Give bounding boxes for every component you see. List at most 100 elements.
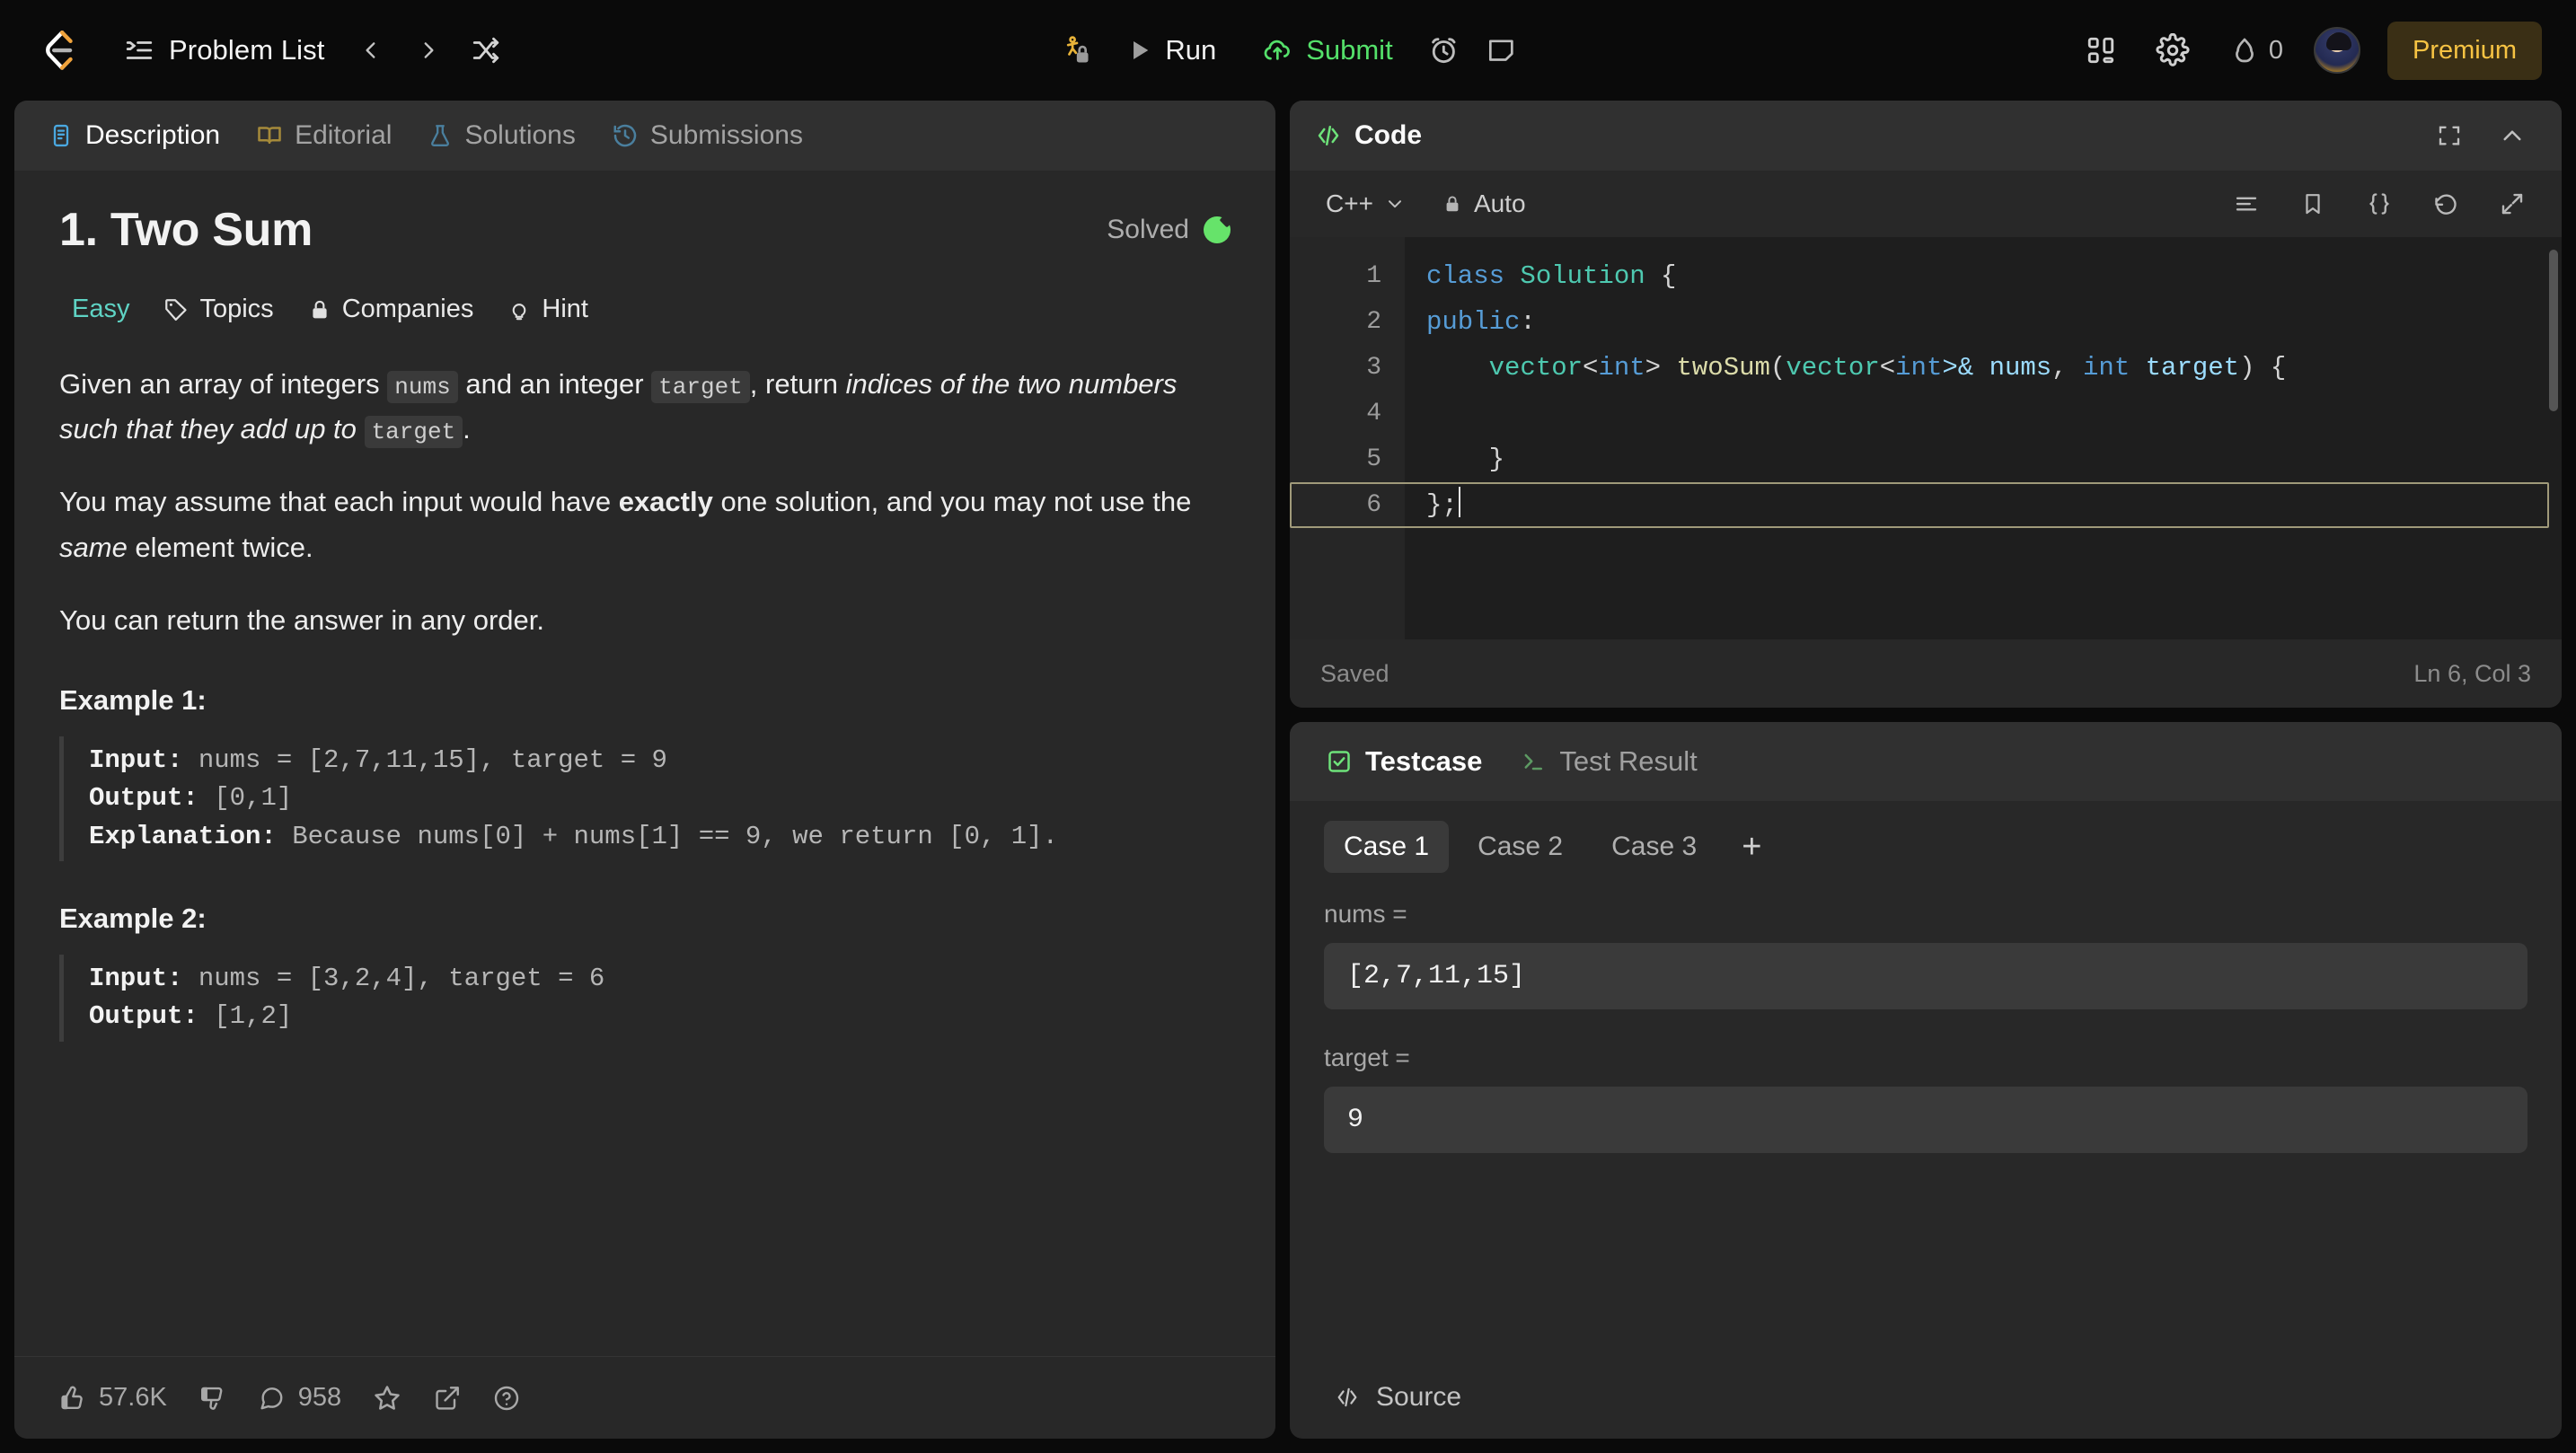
language-label: C++ [1326, 189, 1373, 217]
explanation-label: Explanation: [89, 821, 277, 851]
code-token: Solution [1520, 261, 1645, 291]
run-button[interactable]: Run [1106, 23, 1236, 77]
description-tabbar: Description Editorial Solutions Submissi… [14, 101, 1275, 171]
code-token: < [1583, 353, 1599, 383]
description-paragraph-2: You may assume that each input would hav… [59, 480, 1231, 569]
fullscreen-icon[interactable] [2423, 110, 2475, 162]
testcase-panel: Testcase Test Result Case 1 Case 2 Case … [1290, 722, 2562, 1439]
prev-problem-button[interactable] [347, 26, 395, 75]
alarm-clock-icon[interactable] [1418, 24, 1470, 76]
output-label: Output: [89, 783, 198, 814]
code-line: } [1426, 436, 2562, 482]
desc-text: element twice. [127, 531, 313, 563]
shuffle-icon[interactable] [462, 26, 510, 75]
code-token: int [1598, 353, 1645, 383]
code-panel: Code C++ Auto 1 2 3 4 5 6 class Solution… [1290, 101, 2562, 708]
dislike-button[interactable] [185, 1375, 239, 1422]
tab-submissions[interactable]: Submissions [597, 111, 817, 160]
desc-text: , return [749, 368, 846, 400]
inline-code-nums: nums [387, 371, 458, 403]
line-number: 1 [1366, 262, 1381, 290]
share-button[interactable] [420, 1375, 474, 1422]
tab-description[interactable]: Description [34, 111, 234, 160]
chevron-down-icon [1384, 193, 1406, 215]
topics-button[interactable]: Topics [151, 287, 286, 331]
code-toolbar: C++ Auto [1290, 171, 2562, 237]
output-label: Output: [89, 1001, 198, 1032]
tab-label: Editorial [295, 120, 393, 150]
comments-button[interactable]: 958 [244, 1374, 354, 1422]
input-value: nums = [2,7,11,15], target = 9 [182, 745, 667, 776]
favorite-button[interactable] [359, 1374, 415, 1422]
thumbs-down-icon [198, 1384, 226, 1413]
input-label: Input: [89, 745, 183, 776]
testcase-header: Testcase Test Result [1290, 722, 2562, 801]
next-problem-button[interactable] [404, 26, 453, 75]
problem-meta-row: Easy Topics Companies Hint [59, 287, 1231, 331]
chevron-up-icon[interactable] [2486, 110, 2538, 162]
curly-braces-icon[interactable] [2353, 178, 2405, 230]
tab-editorial[interactable]: Editorial [242, 111, 406, 160]
premium-button[interactable]: Premium [2386, 21, 2542, 80]
submit-button[interactable]: Submit [1241, 23, 1412, 77]
code-token: , [2051, 353, 2084, 383]
code-token: > [1645, 353, 1677, 383]
gear-icon[interactable] [2147, 24, 2199, 76]
output-value: [1,2] [198, 1001, 293, 1032]
code-line: public: [1426, 299, 2562, 345]
problem-list-button[interactable]: Problem List [111, 27, 338, 74]
flame-icon [2229, 34, 2260, 66]
layout-grid-icon[interactable] [2075, 24, 2127, 76]
help-button[interactable] [480, 1375, 534, 1422]
source-button[interactable]: Source [1320, 1373, 1474, 1422]
code-text-area[interactable]: class Solution {public: vector<int> twoS… [1405, 237, 2562, 639]
description-paragraph-3: You can return the answer in any order. [59, 603, 544, 636]
hint-button[interactable]: Hint [495, 287, 601, 331]
case-tab-3[interactable]: Case 3 [1592, 821, 1716, 873]
code-title-group: Code [1313, 120, 1422, 151]
book-icon [256, 122, 283, 149]
daily-challenge-lock-icon[interactable] [1048, 24, 1100, 76]
comment-count: 958 [297, 1383, 342, 1412]
thumbs-up-icon [57, 1384, 86, 1413]
case-tab-1[interactable]: Case 1 [1324, 821, 1450, 873]
case-tab-2[interactable]: Case 2 [1458, 821, 1583, 873]
line-number: 5 [1366, 445, 1381, 473]
bookmark-icon[interactable] [2287, 178, 2339, 230]
streak-counter[interactable]: 0 [2219, 27, 2294, 74]
code-line: class Solution { [1426, 253, 2562, 299]
leetcode-logo-icon[interactable] [34, 25, 84, 75]
expand-diagonal-icon[interactable] [2486, 178, 2538, 230]
avatar[interactable] [2313, 27, 2360, 74]
like-button[interactable]: 57.6K [45, 1374, 180, 1422]
target-field-value[interactable]: 9 [1324, 1087, 2527, 1153]
desc-text: Given an array of integers [59, 368, 388, 400]
format-lines-icon[interactable] [2220, 178, 2272, 230]
tab-solutions[interactable]: Solutions [413, 111, 589, 160]
note-icon[interactable] [1476, 24, 1528, 76]
tab-testcase[interactable]: Testcase [1313, 736, 1495, 787]
nums-field-label: nums = [1324, 900, 1407, 928]
code-token: < [1879, 353, 1896, 383]
code-editor[interactable]: 1 2 3 4 5 6 class Solution {public: vect… [1290, 237, 2562, 639]
code-brackets-icon [1313, 122, 1344, 149]
add-case-button[interactable]: + [1725, 824, 1778, 869]
example-2-block: Input: nums = [3,2,4], target = 6 Output… [59, 955, 1231, 1042]
reset-undo-icon[interactable] [2420, 178, 2472, 230]
code-toolbar-actions [2220, 178, 2538, 230]
example-2-heading: Example 2: [59, 903, 207, 935]
tag-icon [163, 297, 189, 322]
companies-button[interactable]: Companies [296, 287, 487, 331]
tab-label: Submissions [649, 120, 803, 150]
auto-label: Auto [1473, 189, 1526, 217]
tab-test-result[interactable]: Test Result [1507, 736, 1709, 787]
submit-label: Submit [1306, 34, 1393, 66]
line-number: 3 [1366, 354, 1381, 382]
editor-scrollbar[interactable] [2549, 250, 2558, 411]
difficulty-badge[interactable]: Easy [59, 287, 142, 331]
language-selector[interactable]: C++ [1313, 182, 1418, 225]
list-icon [124, 35, 154, 66]
nums-field-value[interactable]: [2,7,11,15] [1324, 943, 2527, 1009]
auto-lock-button[interactable]: Auto [1431, 182, 1537, 225]
